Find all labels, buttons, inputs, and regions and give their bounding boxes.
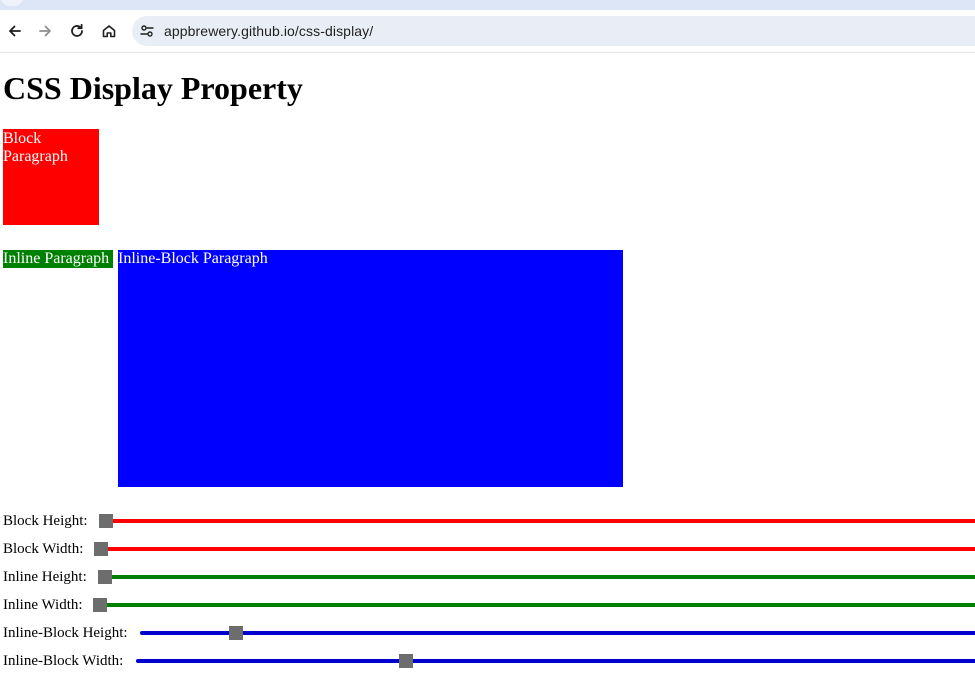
slider-label: Inline-Block Width: bbox=[3, 653, 124, 669]
slider-row-inline-block-width: Inline-Block Width: bbox=[0, 651, 975, 671]
block-width-slider-thumb[interactable] bbox=[94, 542, 108, 556]
slider-label: Block Width: bbox=[3, 541, 84, 557]
forward-button[interactable] bbox=[33, 19, 57, 43]
slider-row-block-height: Block Height: bbox=[0, 511, 975, 531]
reload-icon bbox=[71, 23, 83, 37]
inline-block-paragraph: Inline-Block Paragraph bbox=[118, 250, 623, 487]
inline-paragraph: Inline Paragraph bbox=[3, 250, 114, 268]
inline-width-slider-thumb[interactable] bbox=[93, 598, 107, 612]
forward-arrow-icon bbox=[39, 25, 51, 37]
page-title: CSS Display Property bbox=[3, 70, 303, 106]
block-height-slider-track[interactable] bbox=[100, 519, 975, 523]
slider-label: Inline-Block Height: bbox=[3, 625, 128, 641]
active-tab-edge[interactable] bbox=[0, 0, 24, 6]
slider-row-inline-width: Inline Width: bbox=[0, 595, 975, 615]
inline-height-slider-track[interactable] bbox=[99, 575, 975, 579]
slider-label: Block Height: bbox=[3, 513, 88, 529]
inline-block-width-slider-thumb[interactable] bbox=[399, 654, 413, 668]
back-button[interactable] bbox=[3, 19, 27, 43]
block-height-slider-thumb[interactable] bbox=[99, 514, 113, 528]
tab-strip bbox=[0, 0, 975, 10]
block-width-slider-track[interactable] bbox=[95, 547, 975, 551]
back-arrow-icon bbox=[9, 25, 21, 37]
slider-row-inline-block-height: Inline-Block Height: bbox=[0, 623, 975, 643]
slider-label: Inline Height: bbox=[3, 569, 87, 585]
reload-button[interactable] bbox=[65, 19, 89, 43]
home-icon bbox=[102, 25, 116, 38]
inline-width-slider-track[interactable] bbox=[94, 603, 975, 607]
inline-block-height-slider-thumb[interactable] bbox=[229, 626, 244, 640]
block-paragraph: Block Paragraph bbox=[3, 129, 99, 225]
slider-row-inline-height: Inline Height: bbox=[0, 567, 975, 587]
inline-block-height-slider-track[interactable] bbox=[140, 631, 975, 635]
inline-height-slider-thumb[interactable] bbox=[98, 570, 112, 584]
browser-toolbar: appbrewery.github.io/css-display/ bbox=[0, 10, 975, 53]
site-info-icon[interactable] bbox=[139, 23, 155, 39]
slider-label: Inline Width: bbox=[3, 597, 83, 613]
inline-block-width-slider-track[interactable] bbox=[136, 659, 975, 663]
home-button[interactable] bbox=[97, 19, 121, 43]
address-bar[interactable]: appbrewery.github.io/css-display/ bbox=[132, 16, 975, 46]
url-text[interactable]: appbrewery.github.io/css-display/ bbox=[164, 23, 373, 39]
slider-row-block-width: Block Width: bbox=[0, 539, 975, 559]
